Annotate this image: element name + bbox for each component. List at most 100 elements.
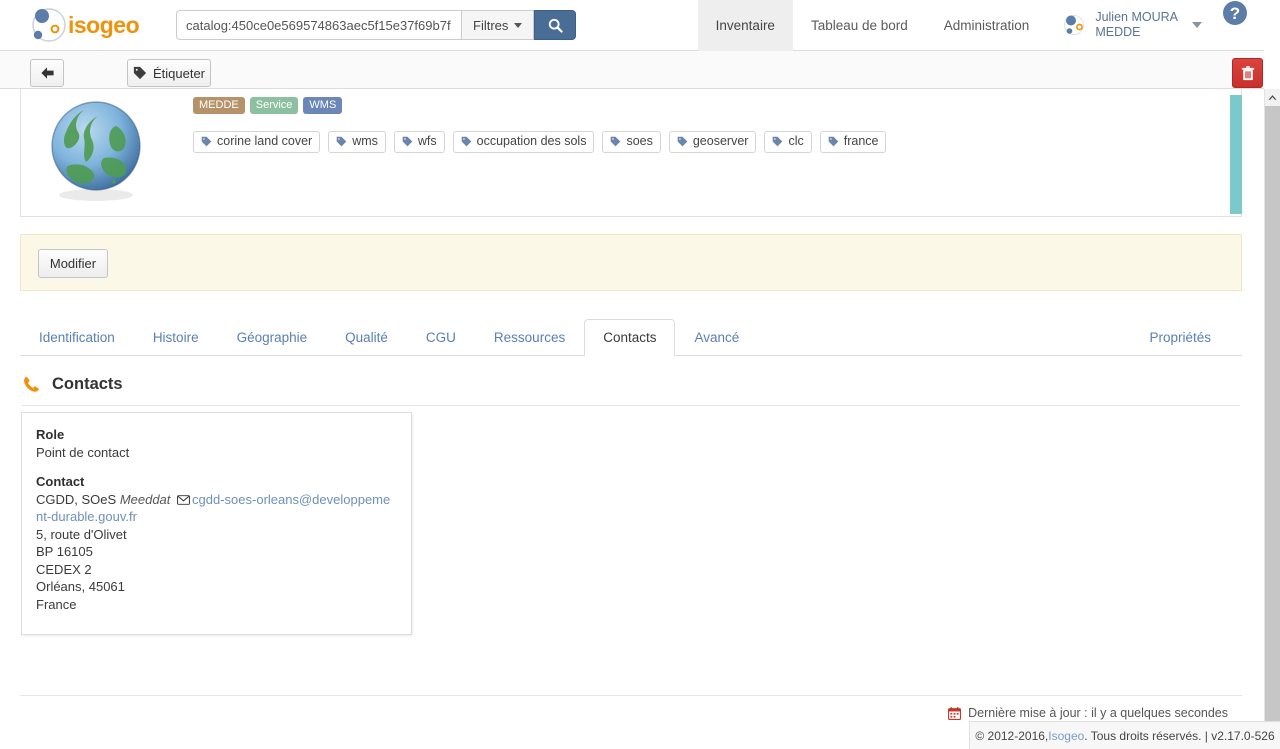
nav-item-inventaire[interactable]: Inventaire — [697, 0, 793, 51]
address-line: Orléans, 45061 — [36, 579, 125, 594]
tab-ressources[interactable]: Ressources — [475, 319, 584, 355]
search-button[interactable] — [534, 10, 577, 40]
last-update-text: Dernière mise à jour : il y a quelques s… — [968, 706, 1228, 720]
tag-icon — [773, 136, 783, 147]
contact-label: Contact — [36, 473, 85, 489]
nav-label: Tableau de bord — [810, 17, 908, 33]
tab-label: Identification — [39, 330, 115, 345]
tab-geographie[interactable]: Géographie — [218, 319, 327, 355]
tag-icon — [201, 136, 212, 147]
keyword-tag[interactable]: wms — [328, 131, 386, 153]
keyword-tag[interactable]: occupation des sols — [452, 131, 595, 153]
page-scrollbar[interactable] — [1264, 89, 1280, 749]
copyright-suffix: . Tous droits réservés. | v2.17.0-526 — [1084, 728, 1275, 743]
keyword-tag[interactable]: corine land cover — [193, 131, 321, 153]
tag-icon — [828, 136, 839, 147]
tab-contacts[interactable]: Contacts — [584, 319, 676, 356]
main-nav: Inventaire Tableau de bord Administratio… — [697, 0, 1264, 51]
scroll-up-arrow-icon[interactable] — [1265, 89, 1280, 106]
isogeo-link[interactable]: Isogeo — [1048, 729, 1084, 743]
user-menu[interactable]: Julien MOURA MEDDE — [1047, 0, 1208, 51]
tab-label: Contacts — [603, 330, 657, 345]
contact-org: CGDD, SOeS — [36, 491, 117, 507]
app-window: isogeo Filtres Inventaire Tableau de bor… — [0, 0, 1280, 749]
envelope-icon — [177, 494, 190, 505]
filters-label: Filtres — [473, 17, 509, 33]
keyword-list: corine land cover wms wfs occupation des… — [193, 131, 1213, 153]
nav-item-tableau-de-bord[interactable]: Tableau de bord — [793, 0, 926, 51]
address-line: 5, route d'Olivet — [36, 526, 127, 542]
main-content: MEDDE Service WMS corine land cover wms … — [0, 89, 1264, 749]
keyword-label: geoserver — [692, 134, 749, 148]
nav-label: Administration — [943, 17, 1030, 33]
keyword-label: clc — [788, 134, 804, 148]
keyword-tag[interactable]: france — [819, 131, 887, 153]
address-line: CEDEX 2 — [36, 561, 92, 577]
copyright-prefix: © 2012-2016, — [975, 728, 1049, 743]
tab-cgu[interactable]: CGU — [407, 319, 475, 355]
tag-icon — [611, 136, 621, 147]
properties-link[interactable]: Propriétés — [1130, 319, 1242, 355]
nav-label: Inventaire — [715, 17, 775, 33]
user-name: Julien MOURA — [1095, 10, 1178, 24]
role-label: Role — [36, 427, 65, 442]
record-summary-card: MEDDE Service WMS corine land cover wms … — [20, 89, 1242, 217]
logo-icon: isogeo — [32, 8, 140, 42]
tab-identification[interactable]: Identification — [20, 319, 134, 355]
keyword-tag[interactable]: wfs — [393, 131, 445, 153]
tab-label: Avancé — [694, 330, 740, 345]
svg-text:isogeo: isogeo — [68, 12, 140, 38]
keyword-tag[interactable]: soes — [602, 131, 661, 153]
phone-icon — [24, 376, 39, 392]
user-identity: Julien MOURA MEDDE — [1095, 10, 1178, 40]
badge-service[interactable]: Service — [249, 97, 299, 114]
edit-panel: Modifier — [20, 234, 1242, 291]
section-title: Contacts — [52, 375, 123, 393]
contacts-section-header: Contacts — [22, 375, 1240, 406]
tag-button[interactable]: Étiqueter — [127, 59, 211, 87]
tag-icon — [677, 136, 688, 147]
address-line: France — [36, 596, 77, 612]
search-bar: Filtres — [176, 10, 577, 40]
help-button[interactable]: ? — [1222, 0, 1248, 51]
search-input[interactable] — [176, 10, 461, 40]
calendar-icon — [948, 706, 962, 720]
search-icon — [548, 18, 563, 33]
delete-button[interactable] — [1232, 58, 1263, 88]
nav-item-administration[interactable]: Administration — [926, 0, 1048, 51]
keyword-label: wfs — [417, 134, 437, 148]
globe-icon — [51, 101, 141, 201]
contact-card: Role Point de contact Contact CGDD, SOeS… — [21, 412, 412, 635]
tab-label: Histoire — [152, 330, 199, 345]
modifier-label: Modifier — [49, 256, 97, 271]
badge-wms[interactable]: WMS — [303, 97, 343, 114]
keyword-tag[interactable]: geoserver — [668, 131, 757, 153]
tab-label: Ressources — [493, 330, 566, 345]
keyword-label: france — [843, 134, 879, 148]
last-update-status: Dernière mise à jour : il y a quelques s… — [948, 706, 1228, 720]
app-header: isogeo Filtres Inventaire Tableau de bor… — [0, 0, 1264, 51]
role-value: Point de contact — [36, 445, 130, 460]
tag-label: Étiqueter — [152, 65, 206, 81]
trash-icon — [1241, 65, 1254, 80]
tab-qualite[interactable]: Qualité — [326, 319, 407, 355]
scrollbar-thumb[interactable] — [1265, 106, 1280, 749]
keyword-label: occupation des sols — [476, 134, 587, 148]
address-line: BP 16105 — [36, 544, 93, 559]
filters-button[interactable]: Filtres — [461, 10, 535, 40]
isogeo-logo[interactable]: isogeo — [0, 0, 176, 51]
help-icon: ? — [1223, 0, 1247, 25]
modifier-button[interactable]: Modifier — [38, 249, 108, 278]
tab-label: Géographie — [236, 330, 308, 345]
keyword-label: corine land cover — [217, 134, 313, 148]
tab-avance[interactable]: Avancé — [675, 319, 758, 355]
back-button[interactable] — [30, 59, 64, 87]
tab-histoire[interactable]: Histoire — [134, 319, 218, 355]
keyword-tag[interactable]: clc — [764, 131, 812, 153]
arrow-left-icon — [40, 67, 54, 79]
tag-icon — [133, 66, 147, 80]
user-avatar-icon — [1061, 12, 1088, 38]
tag-icon — [402, 136, 413, 147]
tab-label: CGU — [425, 330, 456, 345]
badge-medde[interactable]: MEDDE — [193, 97, 245, 114]
